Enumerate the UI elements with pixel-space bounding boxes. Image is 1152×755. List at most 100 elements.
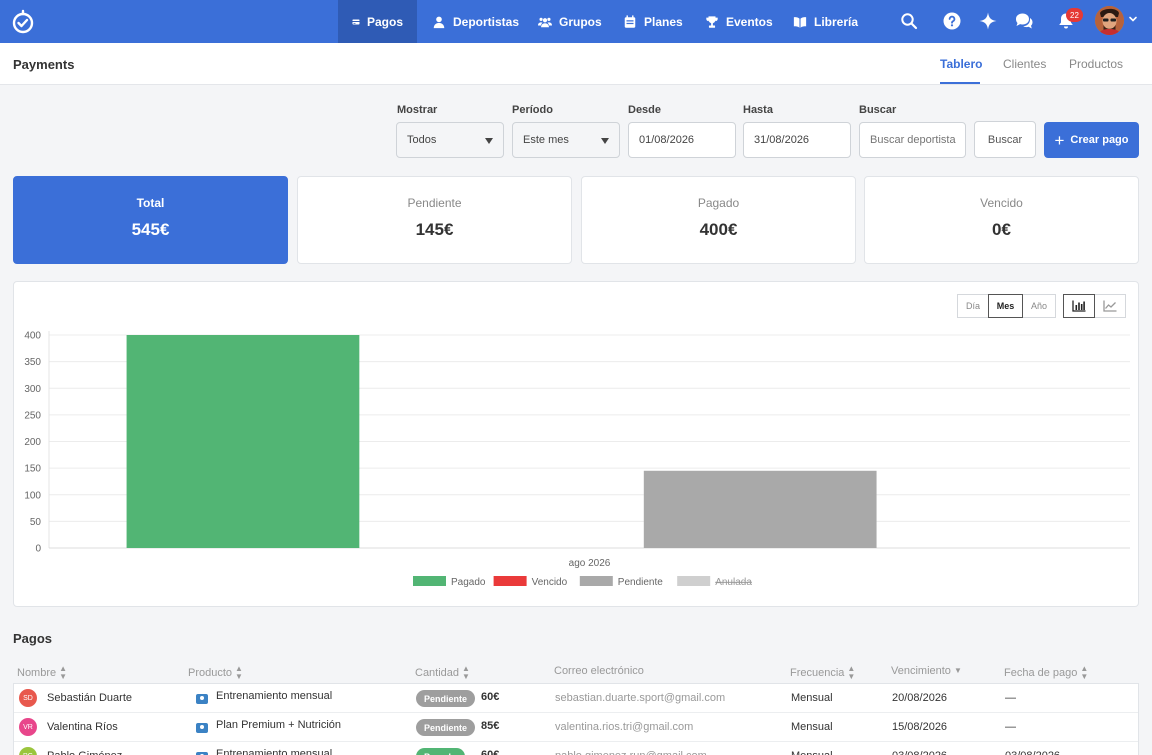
help-icon [943,12,961,30]
caret-down-icon [485,138,493,144]
group-icon [538,17,552,27]
messages-button[interactable] [1013,10,1035,32]
stat-card-pendiente[interactable]: Pendiente 145€ [297,176,572,264]
column-header-cantidad[interactable]: Cantidad ▲ ▼ [415,665,470,681]
stat-card-total[interactable]: Total 545€ [13,176,288,264]
frequency: Mensual [791,750,833,755]
period-ano-button[interactable]: Año [1022,294,1056,318]
y-tick-label: 250 [24,410,41,421]
table-row[interactable]: SD Sebastián Duarte Entrenamiento mensual P… [14,684,1138,713]
tab-tablero[interactable]: Tablero [940,57,982,71]
period-mes-button[interactable]: Mes [988,294,1023,318]
period-dia-button[interactable]: Día [957,294,989,318]
table-row[interactable]: VR Valentina Ríos Plan Premium + Nutrición… [14,713,1138,742]
stat-value: 145€ [415,220,454,239]
create-payment-button[interactable]: + Crear pago [1044,122,1139,158]
legend-label-anulada[interactable]: Anulada [715,577,752,588]
column-label: Fecha de pago [1004,667,1078,679]
stat-value: 545€ [131,220,170,239]
caret-down-icon [601,138,609,144]
search-submit-button[interactable]: Buscar [974,121,1036,158]
calendar-icon [624,14,636,28]
x-tick-label: ago 2026 [569,558,611,569]
desde-value: 01/08/2026 [639,134,695,146]
desde-date-field[interactable]: 01/08/2026 [628,122,736,158]
payment-date: — [1005,721,1016,733]
column-header-vencimiento[interactable]: Vencimiento ▼ [891,665,962,677]
stat-label: Pagado [697,196,740,210]
nav-item-deportistas[interactable]: Deportistas [418,0,533,43]
email: valentina.rios.tri@gmail.com [555,721,694,733]
nav-item-grupos[interactable]: Grupos [524,0,616,43]
buscar-label: Buscar [859,104,897,116]
credit-card-icon [352,19,360,24]
mostrar-value: Todos [407,134,437,146]
product-name: Plan Premium + Nutrición [216,719,342,731]
chart-view-toggle [1063,294,1126,318]
nav-item-label: Deportistas [453,14,520,29]
athlete-initials-avatar: SD [19,689,37,707]
tab-clientes[interactable]: Clientes [1003,57,1046,71]
periodo-select[interactable]: Este mes [512,122,620,158]
book-icon [793,16,807,28]
sort-icon: ▲ ▼ [235,664,243,681]
y-tick-label: 0 [35,544,41,555]
column-header-nombre[interactable]: Nombre ▲ ▼ [17,665,67,681]
chat-bubbles-icon [1016,13,1033,29]
legend-label-pagado[interactable]: Pagado [451,577,486,588]
legend-swatch-vencido [493,576,527,586]
mostrar-label: Mostrar [397,104,438,116]
plus-icon: + [1054,130,1065,150]
sparkle-icon [979,12,997,30]
column-label: Vencimiento [891,665,951,677]
stat-card-vencido[interactable]: Vencido 0€ [864,176,1139,264]
bar-pagado [126,335,360,548]
stat-label: Vencido [980,196,1023,210]
athlete-initials-avatar: PG [19,747,37,755]
stat-card-pagado[interactable]: Pagado 400€ [581,176,856,264]
tab-productos[interactable]: Productos [1069,57,1123,71]
y-tick-label: 200 [24,437,41,448]
mostrar-select[interactable]: Todos [396,122,504,158]
line-view-button[interactable] [1094,294,1126,318]
periodo-value: Este mes [523,134,569,146]
payment-date: — [1005,692,1016,704]
column-header-frecuencia[interactable]: Frecuencia ▲ ▼ [790,665,855,681]
chevron-down-icon[interactable] [1128,14,1138,24]
column-header-fecha-pago[interactable]: Fecha de pago ▲ ▼ [1004,665,1088,681]
create-payment-label: Crear pago [1070,134,1129,146]
sort-icon: ▲ ▼ [59,664,68,681]
column-label: Cantidad [415,667,460,679]
bar-pendiente [643,470,877,548]
nav-item-planes[interactable]: Planes [609,0,697,43]
nav-item-eventos[interactable]: Eventos [691,0,787,43]
active-tab-indicator [940,82,980,84]
periodo-label: Período [512,104,553,116]
product-icon [196,694,208,704]
athlete-name: Valentina Ríos [47,721,118,733]
line-chart-icon [1103,300,1117,312]
athlete-name: Pablo Giménez [47,750,122,755]
athlete-name: Sebastián Duarte [47,692,132,704]
user-avatar[interactable] [1095,6,1124,35]
table-row[interactable]: PG Pablo Giménez Entrenamiento mensual Paga… [14,742,1138,755]
nav-item-pagos[interactable]: Pagos [338,0,417,43]
legend-label-vencido[interactable]: Vencido [532,577,568,588]
y-tick-label: 100 [24,490,41,501]
ai-assistant-button[interactable] [977,10,999,32]
column-label: Frecuencia [790,667,845,679]
app-logo-icon[interactable] [10,9,36,35]
help-button[interactable] [941,10,963,32]
search-input[interactable] [870,134,965,146]
bar-view-button[interactable] [1063,294,1095,318]
legend-label-pendiente[interactable]: Pendiente [618,577,663,588]
y-tick-label: 150 [24,464,41,475]
column-label: Producto [188,667,233,679]
search-button[interactable] [898,10,920,32]
nav-item-label: Planes [644,14,683,29]
due-date: 03/08/2026 [892,750,947,755]
hasta-date-field[interactable]: 31/08/2026 [743,122,851,158]
column-header-producto[interactable]: Producto ▲ ▼ [188,665,243,681]
nav-item-libreria[interactable]: Librería [779,0,872,43]
stat-value: 400€ [699,220,738,239]
